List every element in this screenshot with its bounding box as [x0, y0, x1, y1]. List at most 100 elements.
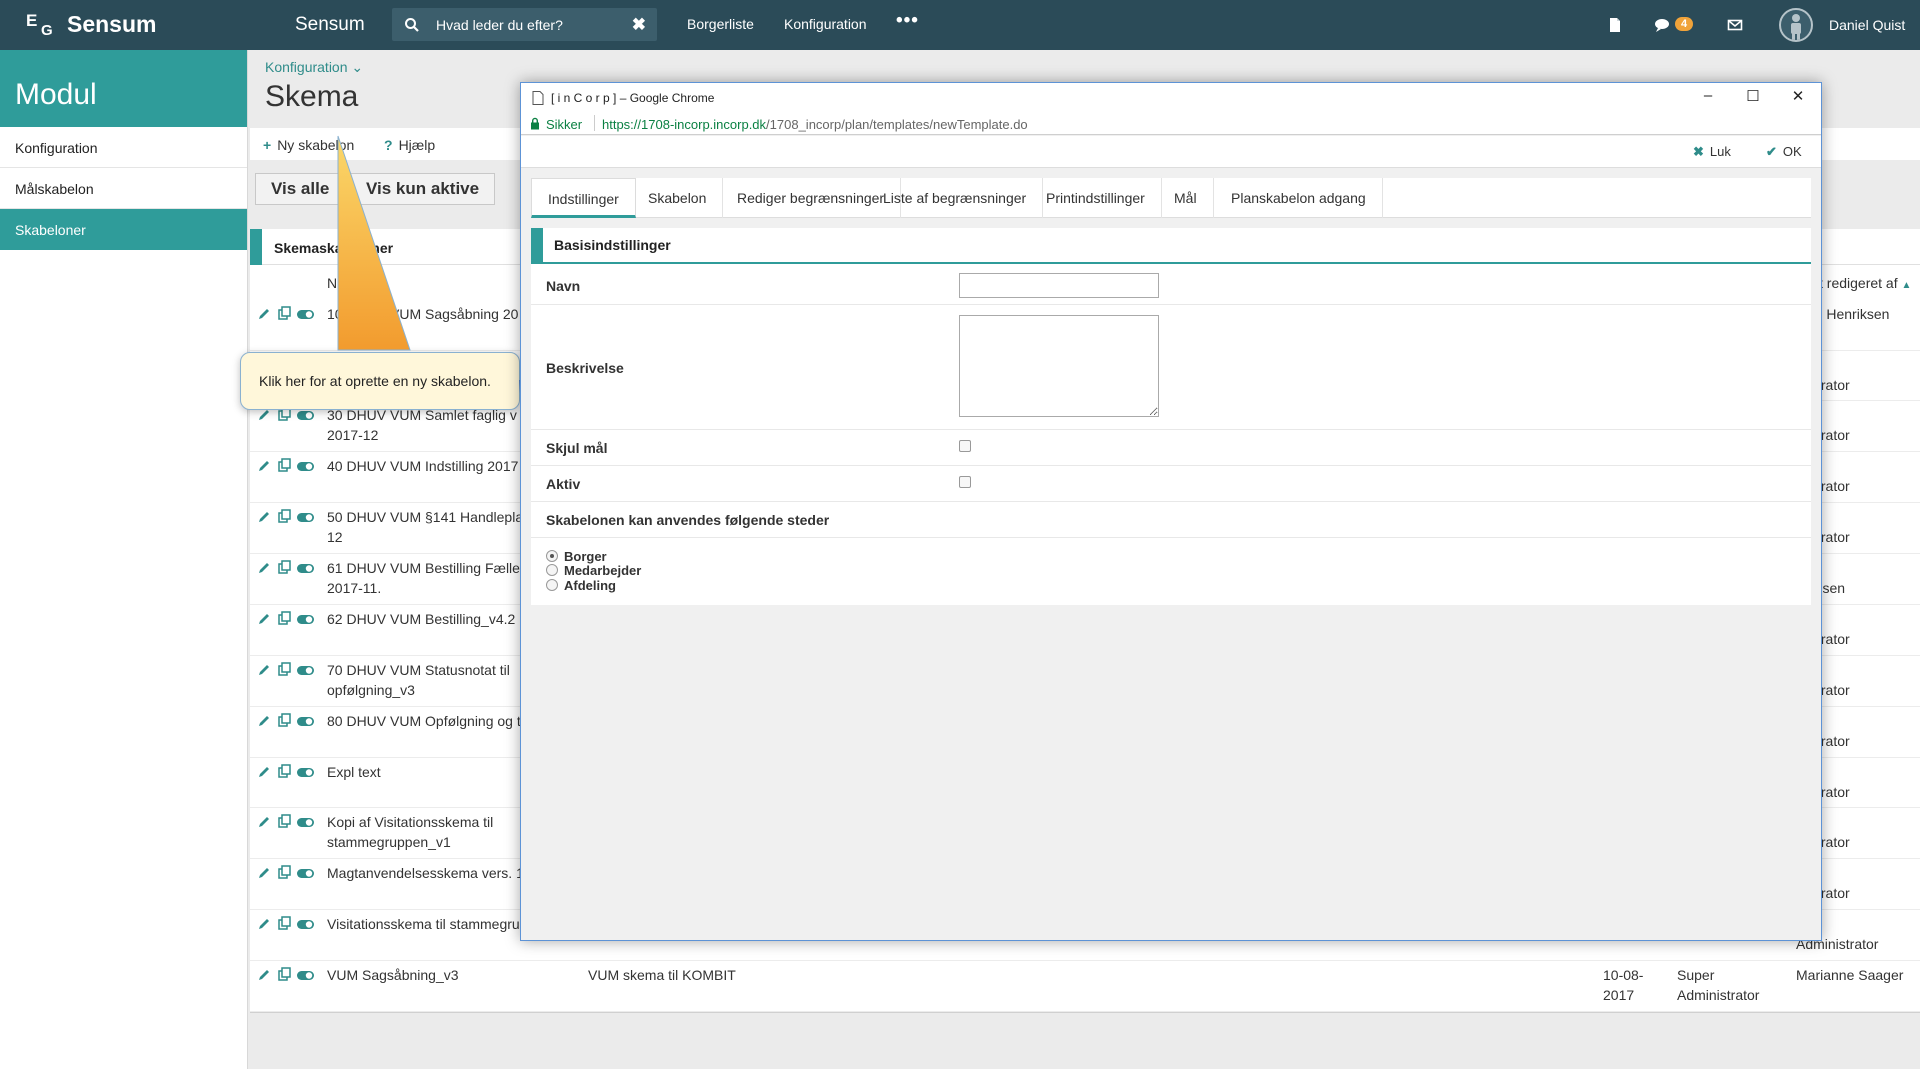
ok-button[interactable]: ✔ OK	[1766, 144, 1802, 160]
mail-icon[interactable]	[1727, 17, 1743, 33]
page-icon	[532, 91, 544, 105]
active-checkbox[interactable]	[959, 476, 971, 488]
url-host: https://1708-incorp.incorp.dk	[602, 117, 767, 132]
url-path: /1708_incorp/plan/templates/newTemplate.…	[766, 117, 1028, 132]
sidebar-item-konfiguration[interactable]: Konfiguration	[0, 127, 247, 168]
eg-logo[interactable]: E G	[21, 9, 60, 41]
basic-settings-form: Basisindstillinger Navn Beskrivelse Skju…	[531, 228, 1811, 605]
message-count-badge[interactable]: 4	[1675, 17, 1694, 31]
row-actions[interactable]	[257, 509, 321, 525]
search-icon[interactable]	[404, 17, 420, 33]
row-name[interactable]: 40 DHUV VUM Indstilling 2017	[327, 456, 527, 476]
hide-goals-checkbox[interactable]	[959, 440, 971, 452]
row-name[interactable]: 50 DHUV VUM §141 Handlepla 12	[327, 507, 527, 547]
row-name[interactable]: 80 DHUV VUM Opfølgning og t	[327, 711, 527, 731]
row-name[interactable]: 10 DHUV VUM Sagsåbning 20	[327, 304, 527, 324]
row-name[interactable]: Kopi af Visitationsskema til stammegrupp…	[327, 812, 527, 852]
module-title: Modul	[0, 50, 247, 127]
row-actions[interactable]	[257, 814, 321, 830]
sidebar-item-skabeloner[interactable]: Skabeloner	[0, 209, 247, 250]
description-field[interactable]	[959, 315, 1159, 417]
radio-afdeling-label[interactable]: Afdeling	[564, 578, 616, 593]
row-actions[interactable]	[257, 611, 321, 627]
radio-afdeling[interactable]	[546, 579, 558, 591]
search-input[interactable]	[436, 14, 616, 36]
row-name[interactable]: Magtanvendelsesskema vers. 1	[327, 863, 527, 883]
user-name[interactable]: Daniel Quist	[1829, 17, 1905, 33]
popup-body: ✖ Luk ✔ OK Indstillinger Skabelon Rediger …	[521, 136, 1821, 940]
new-template-label: Ny skabelon	[277, 137, 355, 153]
question-icon: ?	[384, 137, 393, 153]
row-name[interactable]: 30 DHUV VUM Samlet faglig v 2017-12	[327, 405, 527, 445]
row-actions[interactable]	[257, 865, 321, 881]
brand-name[interactable]: Sensum	[67, 11, 156, 38]
section-header: Basisindstillinger	[531, 228, 1811, 264]
address-bar[interactable]: Sikker https://1708-incorp.incorp.dk/170…	[521, 113, 1821, 135]
row-actions[interactable]	[257, 306, 321, 322]
window-close-icon[interactable]: ✕	[1788, 87, 1808, 107]
radio-borger-label[interactable]: Borger	[564, 549, 607, 564]
row-name[interactable]: 61 DHUV VUM Bestilling Fælle 2017-11.	[327, 558, 527, 598]
row-actions[interactable]	[257, 916, 321, 932]
help-callout: Klik her for at oprette en ny skabelon.	[240, 352, 520, 410]
row-name[interactable]: 70 DHUV VUM Statusnotat til opfølgning_v…	[327, 660, 527, 700]
row-actions[interactable]	[257, 662, 321, 678]
row-name[interactable]: Visitationsskema til stammegru	[327, 914, 527, 934]
row-actions[interactable]	[257, 560, 321, 576]
clear-search-icon[interactable]: ✖	[632, 15, 646, 35]
maximize-icon[interactable]: ☐	[1743, 87, 1763, 107]
column-header-edited-by[interactable]: t redigeret af ▲	[1819, 275, 1911, 291]
minimize-icon[interactable]: –	[1698, 87, 1718, 107]
logo-letter-e: E	[21, 9, 43, 31]
row-actions[interactable]	[257, 458, 321, 474]
document-icon[interactable]	[1607, 17, 1623, 33]
row-description: VUM skema til KOMBIT	[588, 967, 736, 983]
column-header-name[interactable]: N	[327, 275, 337, 291]
url-text[interactable]: https://1708-incorp.incorp.dk/1708_incor…	[602, 117, 1028, 132]
top-navbar: E G Sensum Sensum ✖ Borgerliste Konfigur…	[0, 0, 1920, 50]
chat-icon[interactable]	[1654, 17, 1670, 33]
description-label: Beskrivelse	[546, 360, 624, 376]
module-sidebar: Modul Konfiguration Målskabelon Skabelon…	[0, 50, 248, 1069]
row-name[interactable]: 62 DHUV VUM Bestilling_v4.2	[327, 609, 527, 629]
tab-liste-af-begraensninger[interactable]: Liste af begrænsninger	[867, 178, 1044, 218]
row-created-by: Super Administrator	[1677, 967, 1760, 1003]
name-row: Navn	[531, 266, 1811, 305]
chevron-down-icon: ⌄	[351, 59, 364, 75]
table-row[interactable]: VUM Sagsåbning_v3 VUM skema til KOMBIT 10-…	[250, 961, 1920, 1012]
help-button[interactable]: ? Hjælp	[384, 137, 435, 153]
more-icon[interactable]: •••	[896, 10, 919, 32]
app-name[interactable]: Sensum	[295, 14, 365, 36]
tab-indstillinger[interactable]: Indstillinger	[531, 178, 636, 218]
show-all-button[interactable]: Vis alle	[255, 173, 346, 205]
action-bar: ✖ Luk ✔ OK	[521, 136, 1821, 168]
radio-medarbejder[interactable]	[546, 564, 558, 576]
search-box: ✖	[392, 8, 657, 41]
window-titlebar[interactable]: [ i n C o r p ] – Google Chrome – ☐ ✕	[521, 83, 1821, 113]
show-active-button[interactable]: Vis kun aktive	[350, 173, 496, 205]
radio-borger[interactable]	[546, 550, 558, 562]
tab-maal[interactable]: Mål	[1158, 178, 1214, 218]
sidebar-item-maalskabelon[interactable]: Målskabelon	[0, 168, 247, 209]
check-icon: ✔	[1766, 144, 1777, 159]
active-label: Aktiv	[546, 476, 581, 492]
new-template-button[interactable]: + Ny skabelon	[263, 137, 354, 153]
tab-printindstillinger[interactable]: Printindstillinger	[1030, 178, 1162, 218]
row-name[interactable]: Expl text	[327, 762, 527, 782]
row-actions[interactable]	[257, 967, 321, 983]
nav-konfiguration[interactable]: Konfiguration	[784, 16, 867, 32]
usage-label: Skabelonen kan anvendes følgende steder	[546, 512, 830, 528]
row-name[interactable]: VUM Sagsåbning_v3	[327, 965, 527, 985]
sort-up-icon: ▲	[1901, 280, 1912, 291]
radio-medarbejder-label[interactable]: Medarbejder	[564, 563, 641, 578]
row-actions[interactable]	[257, 764, 321, 780]
table-title: Skemaskabeloner	[274, 240, 394, 256]
close-button[interactable]: ✖ Luk	[1693, 144, 1731, 160]
row-actions[interactable]	[257, 713, 321, 729]
tab-skabelon[interactable]: Skabelon	[632, 178, 724, 218]
nav-borgerliste[interactable]: Borgerliste	[687, 16, 754, 32]
breadcrumb[interactable]: Konfiguration ⌄	[265, 59, 363, 76]
name-field[interactable]	[959, 273, 1159, 298]
user-avatar-icon[interactable]	[1779, 8, 1813, 42]
tab-planskabelon-adgang[interactable]: Planskabelon adgang	[1215, 178, 1383, 218]
